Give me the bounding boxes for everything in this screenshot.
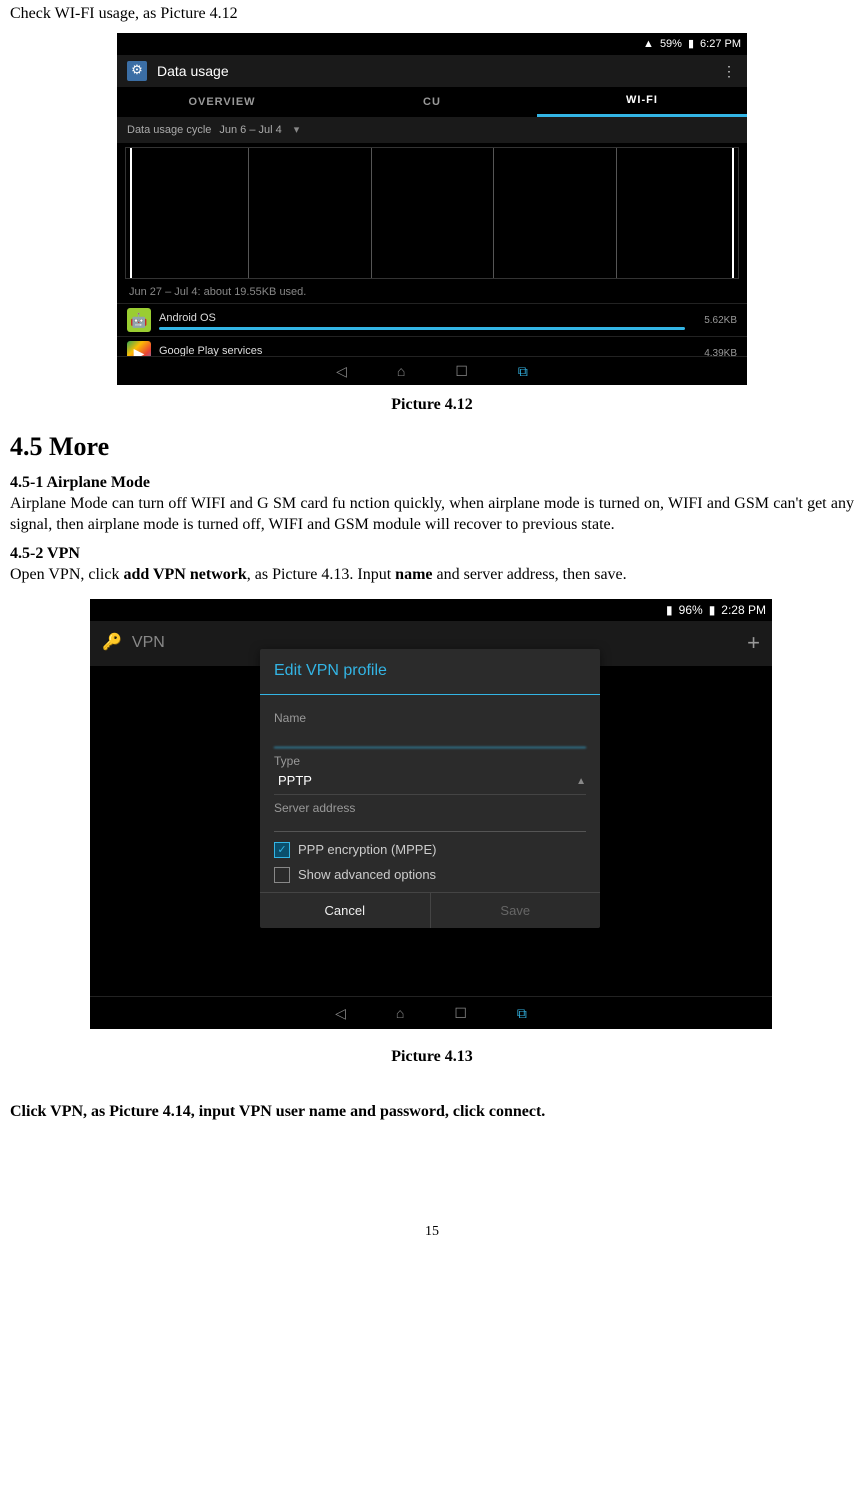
battery-icon: ▮	[688, 37, 694, 51]
data-usage-screenshot: ▲ 59% ▮ 6:27 PM ⚙ Data usage ⋮ OVERVIEW …	[117, 33, 747, 385]
caption-4-13: Picture 4.13	[10, 1047, 854, 1068]
app-info: Android OS	[159, 311, 696, 330]
checkbox-checked-icon: ✓	[274, 842, 290, 858]
save-button[interactable]: Save	[431, 893, 601, 928]
navigation-bar: ◁ ⌂ ☐ ⧉	[117, 356, 747, 385]
home-icon[interactable]: ⌂	[396, 1004, 404, 1022]
app-size: 5.62KB	[704, 314, 737, 327]
edit-vpn-dialog: Edit VPN profile Name Type PPTP ▲ Server…	[260, 649, 600, 927]
usage-summary: Jun 27 – Jul 4: about 19.55KB used.	[117, 283, 747, 303]
graph-vline	[616, 148, 617, 278]
checkbox-empty-icon	[274, 867, 290, 883]
usage-graph[interactable]	[125, 147, 739, 279]
screenshot-icon[interactable]: ⧉	[518, 362, 528, 380]
battery-level: 96%	[679, 603, 703, 619]
overflow-menu-icon[interactable]: ⋮	[722, 62, 737, 80]
key-icon: 🔑	[102, 633, 122, 654]
navigation-bar: ◁ ⌂ ☐ ⧉	[90, 996, 772, 1029]
back-icon[interactable]: ◁	[336, 362, 347, 380]
tabs: OVERVIEW CU WI-FI	[117, 87, 747, 117]
clock: 6:27 PM	[700, 37, 741, 51]
chevron-down-icon: ▲	[576, 775, 586, 788]
vpn-text: Open VPN, click add VPN network, as Pict…	[10, 565, 854, 586]
ppp-encryption-label: PPP encryption (MPPE)	[298, 842, 436, 859]
wifi-icon: ▲	[643, 37, 654, 51]
name-label: Name	[274, 711, 586, 727]
ppp-encryption-row[interactable]: ✓ PPP encryption (MPPE)	[274, 838, 586, 863]
data-cycle-row[interactable]: Data usage cycle Jun 6 – Jul 4 ▾	[117, 117, 747, 143]
settings-icon: ⚙	[127, 61, 147, 81]
cancel-button[interactable]: Cancel	[260, 893, 431, 928]
battery-icon: ▮	[709, 603, 716, 619]
chevron-down-icon: ▾	[294, 123, 300, 137]
app-row[interactable]: 🤖 Android OS 5.62KB	[117, 303, 747, 336]
cycle-label: Data usage cycle	[127, 123, 211, 137]
tab-wifi[interactable]: WI-FI	[537, 87, 747, 117]
server-address-label: Server address	[274, 801, 586, 817]
intro-text: Check WI-FI usage, as Picture 4.12	[10, 4, 854, 25]
subsection-4-5-1-title: 4.5-1 Airplane Mode	[10, 473, 854, 494]
name-input[interactable]	[274, 727, 586, 748]
status-bar: ▮ 96% ▮ 2:28 PM	[90, 599, 772, 621]
graph-vline	[371, 148, 372, 278]
vpn-header-title: VPN	[132, 633, 165, 654]
screen-header: ⚙ Data usage ⋮	[117, 55, 747, 87]
server-address-input[interactable]	[274, 817, 586, 832]
cycle-range: Jun 6 – Jul 4	[219, 123, 281, 137]
dialog-title: Edit VPN profile	[260, 649, 600, 695]
android-os-icon: 🤖	[127, 308, 151, 332]
app-name: Android OS	[159, 311, 696, 325]
subsection-4-5-2-title: 4.5-2 VPN	[10, 544, 854, 565]
tab-overview[interactable]: OVERVIEW	[117, 87, 327, 117]
screenshot-icon[interactable]: ⧉	[517, 1004, 527, 1022]
airplane-mode-text: Airplane Mode can turn off WIFI and G SM…	[10, 494, 854, 536]
recent-apps-icon[interactable]: ☐	[455, 362, 468, 380]
type-select[interactable]: PPTP ▲	[274, 769, 586, 795]
battery-level: 59%	[660, 37, 682, 51]
header-title: Data usage	[157, 62, 229, 80]
back-icon[interactable]: ◁	[335, 1004, 346, 1022]
status-bar: ▲ 59% ▮ 6:27 PM	[117, 33, 747, 55]
graph-vline	[493, 148, 494, 278]
recent-apps-icon[interactable]: ☐	[454, 1004, 467, 1022]
home-icon[interactable]: ⌂	[397, 362, 405, 380]
vpn-screenshot: ▮ 96% ▮ 2:28 PM 🔑 VPN + Edit VPN profile…	[90, 599, 772, 1029]
graph-vline	[248, 148, 249, 278]
show-advanced-label: Show advanced options	[298, 867, 436, 884]
caption-4-12: Picture 4.12	[10, 395, 854, 416]
graph-marker-right[interactable]	[732, 148, 734, 278]
vpn-connect-instruction: Click VPN, as Picture 4.14, input VPN us…	[10, 1102, 854, 1123]
add-vpn-icon[interactable]: +	[747, 629, 760, 658]
graph-marker-left[interactable]	[130, 148, 132, 278]
section-4-5-title: 4.5 More	[10, 430, 854, 464]
page-number: 15	[10, 1223, 854, 1261]
type-value: PPTP	[274, 773, 312, 790]
type-label: Type	[274, 754, 586, 770]
show-advanced-row[interactable]: Show advanced options	[274, 863, 586, 888]
battery-icon: ▮	[666, 603, 673, 619]
tab-cu[interactable]: CU	[327, 87, 537, 117]
clock: 2:28 PM	[721, 603, 766, 619]
app-usage-bar	[159, 327, 685, 330]
